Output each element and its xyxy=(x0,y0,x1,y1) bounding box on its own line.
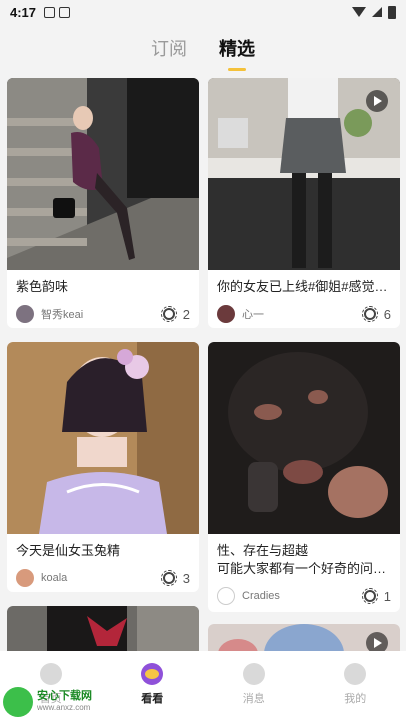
post-thumbnail[interactable] xyxy=(7,606,199,651)
status-right xyxy=(352,5,396,19)
content-feed[interactable]: 紫色韵味 智秀keai 2 你的女友已上线#御姐#感觉… 心一 6 今天是仙女玉… xyxy=(7,78,400,651)
post-meta: 心一 6 xyxy=(208,304,400,324)
like-button[interactable]: 2 xyxy=(160,306,190,322)
notification-window-icon xyxy=(59,6,71,18)
video-play-icon xyxy=(366,90,388,112)
site-watermark: 安心下载网 www.anxz.com xyxy=(0,685,100,719)
post-card[interactable]: 你的女友已上线#御姐#感觉… 心一 6 xyxy=(208,78,400,328)
notification-a-icon xyxy=(44,6,56,18)
feed-tabs: 订阅 精选 xyxy=(0,32,406,72)
flower-like-icon xyxy=(361,306,378,322)
author-name[interactable]: Cradies xyxy=(242,590,362,602)
watermark-title: 安心下载网 xyxy=(37,690,92,702)
post-title[interactable]: 紫色韵味 xyxy=(7,278,199,296)
post-card[interactable] xyxy=(7,606,199,651)
post-thumbnail[interactable] xyxy=(7,342,199,534)
tab-subscribe-label: 订阅 xyxy=(151,39,187,59)
post-thumbnail[interactable] xyxy=(7,78,199,270)
message-icon xyxy=(242,663,265,685)
post-meta: koala 3 xyxy=(7,568,199,588)
like-count: 2 xyxy=(182,306,190,322)
nav-watch[interactable]: 看看 xyxy=(102,651,204,721)
watermark-url: www.anxz.com xyxy=(37,703,91,712)
tab-active-indicator xyxy=(228,68,246,71)
nav-watch-label: 看看 xyxy=(141,693,164,705)
tab-featured[interactable]: 精选 xyxy=(219,35,255,71)
like-button[interactable]: 3 xyxy=(160,570,190,586)
author-name[interactable]: 心一 xyxy=(242,306,362,322)
author-avatar[interactable] xyxy=(16,569,34,587)
post-card[interactable]: 今天是仙女玉兔精 koala 3 xyxy=(7,342,199,592)
post-card[interactable]: 性、存在与超越 可能大家都有一个好奇的问… Cradies 1 xyxy=(208,342,400,612)
nav-messages-label: 消息 xyxy=(242,693,265,705)
author-avatar[interactable] xyxy=(217,305,235,323)
watermark-text: 安心下载网 www.anxz.com xyxy=(37,690,92,714)
status-notification-icons xyxy=(44,6,71,18)
video-play-icon xyxy=(366,632,388,651)
tab-featured-label: 精选 xyxy=(219,39,255,59)
flower-like-icon xyxy=(361,588,378,604)
home-icon xyxy=(39,663,62,685)
mask-wall-image xyxy=(7,606,199,651)
profile-icon xyxy=(344,663,367,685)
post-title-line-1[interactable]: 性、存在与超越 xyxy=(208,542,400,560)
like-button[interactable]: 6 xyxy=(361,306,391,322)
author-name[interactable]: 智秀keai xyxy=(41,306,161,322)
post-title[interactable]: 你的女友已上线#御姐#感觉… xyxy=(208,278,400,296)
nav-profile[interactable]: 我的 xyxy=(305,651,406,721)
status-time: 4:17 xyxy=(10,4,37,20)
like-count: 3 xyxy=(182,570,190,586)
watermark-logo-icon xyxy=(3,687,33,717)
post-title-line-2[interactable]: 可能大家都有一个好奇的问… xyxy=(208,560,400,578)
post-meta: Cradies 1 xyxy=(208,586,400,606)
post-title[interactable]: 今天是仙女玉兔精 xyxy=(7,542,199,560)
author-avatar[interactable] xyxy=(16,305,34,323)
post-meta: 智秀keai 2 xyxy=(7,304,199,324)
like-count: 1 xyxy=(383,588,391,604)
like-button[interactable]: 1 xyxy=(361,588,391,604)
author-avatar[interactable] xyxy=(217,587,235,605)
eye-icon xyxy=(141,663,164,685)
tab-subscribe[interactable]: 订阅 xyxy=(151,35,187,69)
nav-messages[interactable]: 消息 xyxy=(203,651,305,721)
masked-figure-image xyxy=(208,342,400,534)
post-thumbnail[interactable] xyxy=(208,342,400,534)
post-card[interactable] xyxy=(208,624,400,651)
nav-profile-label: 我的 xyxy=(344,693,367,705)
flower-like-icon xyxy=(160,570,177,586)
post-card[interactable]: 紫色韵味 智秀keai 2 xyxy=(7,78,199,328)
like-count: 6 xyxy=(383,306,391,322)
signal-icon xyxy=(372,7,382,17)
flower-like-icon xyxy=(160,306,177,322)
author-name[interactable]: koala xyxy=(41,572,161,584)
status-bar: 4:17 xyxy=(0,0,406,24)
fairy-costume-image xyxy=(7,342,199,534)
wifi-icon xyxy=(352,7,366,17)
post-thumbnail[interactable] xyxy=(208,624,400,651)
battery-icon xyxy=(388,5,396,19)
woman-on-stairs-image xyxy=(7,78,199,270)
post-thumbnail[interactable] xyxy=(208,78,400,270)
